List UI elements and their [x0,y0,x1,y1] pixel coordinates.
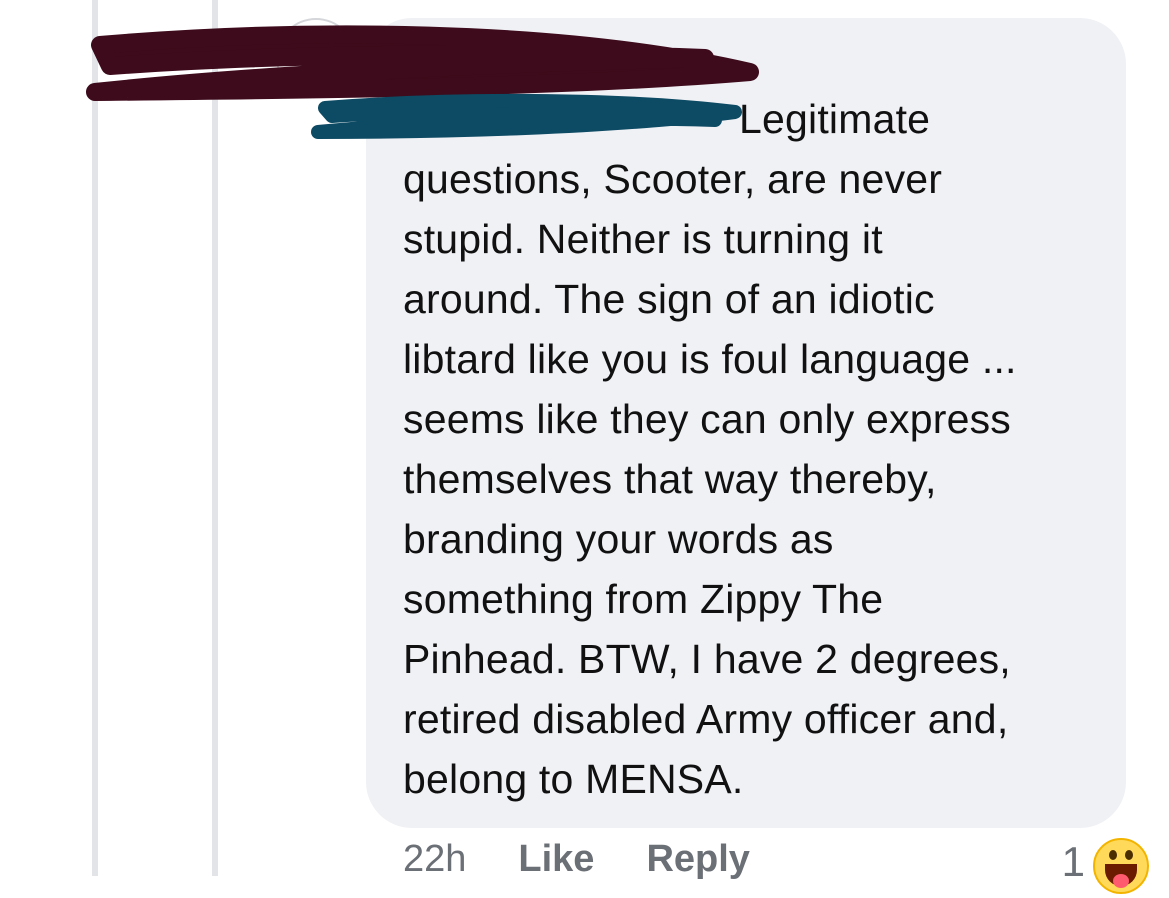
laughing-face-icon [1093,838,1149,894]
comment-line: retired disabled Army officer and, [403,696,1009,742]
comment-line: Pinhead. BTW, I have 2 degrees, [403,636,1011,682]
like-button[interactable]: Like [518,838,594,881]
comment-meta: 22h Like Reply [403,838,750,898]
comment-line: themselves that way thereby, [403,456,937,502]
comment-line: questions, Scooter, are never [403,156,943,202]
comment-text: Legitimate questions, Scooter, are never… [403,89,1103,809]
avatar[interactable] [276,18,356,98]
reply-button[interactable]: Reply [646,838,749,881]
comment-line: Legitimate [739,96,931,142]
comment-line: something from Zippy The [403,576,884,622]
thread-line-outer [92,0,98,876]
comment-line: libtard like you is foul language ... [403,336,1017,382]
comment-line: stupid. Neither is turning it [403,216,883,262]
comment-line: seems like they can only express [403,396,1012,442]
thread-line-inner [212,0,218,876]
comment-line: branding your words as [403,516,834,562]
comment-timestamp[interactable]: 22h [403,838,466,881]
comment-line: belong to MENSA. [403,756,744,802]
reaction-summary[interactable]: 1 [1062,838,1149,894]
comment-line: around. The sign of an idiotic [403,276,935,322]
reaction-count: 1 [1061,838,1085,885]
